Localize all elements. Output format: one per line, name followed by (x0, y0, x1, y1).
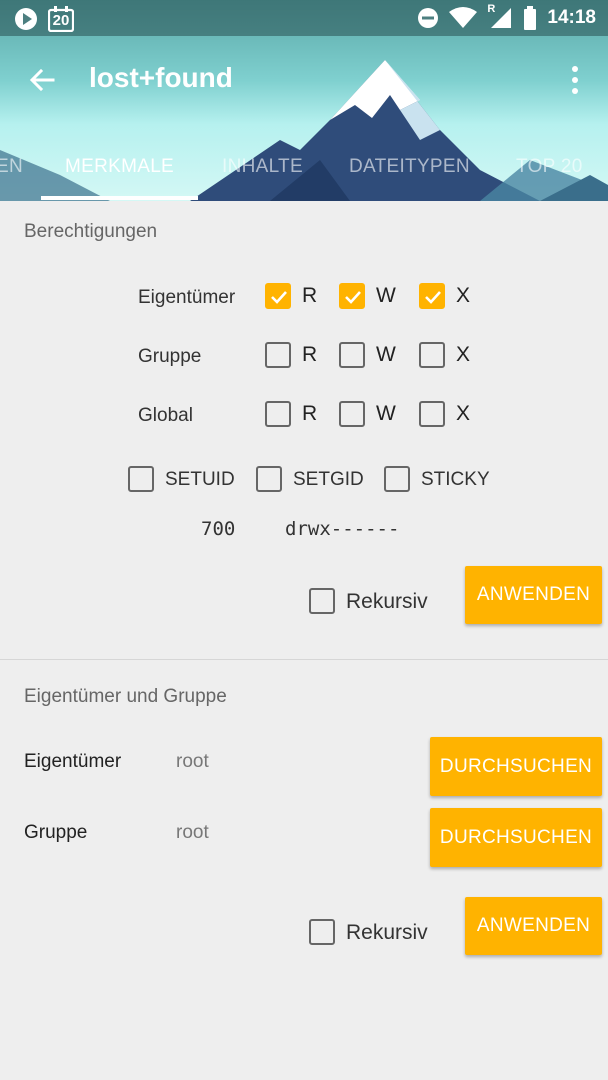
setuid-label: SETUID (165, 469, 235, 490)
octal-mode: 700 (201, 518, 236, 540)
ownership-section-title: Eigentümer und Gruppe (24, 686, 227, 707)
calendar-day: 20 (52, 12, 70, 29)
symbolic-mode: drwx------ (285, 518, 400, 540)
cell-signal-icon: R (487, 3, 513, 30)
app-header: 20 R 14:18 lost+found EN MERKMALE INHALT… (0, 0, 608, 201)
check-icon (425, 291, 441, 304)
do-not-disturb-icon (418, 8, 439, 28)
global-write-checkbox[interactable] (339, 401, 365, 427)
perm-row-group-label: Gruppe (138, 346, 202, 367)
play-icon (15, 8, 37, 30)
status-bar: 20 R 14:18 (0, 0, 608, 36)
owner-write-checkbox[interactable] (339, 283, 365, 309)
tab-dateitypen[interactable]: DATEITYPEN (349, 156, 470, 178)
sticky-checkbox[interactable] (384, 466, 410, 492)
owner-label: Eigentümer (24, 751, 122, 772)
owner-value: root (176, 751, 209, 772)
global-read-checkbox[interactable] (265, 401, 291, 427)
global-read-letter: R (302, 402, 318, 425)
tab-en[interactable]: EN (0, 156, 23, 178)
tab-indicator (41, 196, 198, 200)
ownership-recursive-checkbox[interactable] (309, 919, 335, 945)
tab-inhalte[interactable]: INHALTE (222, 156, 303, 178)
ownership-recursive-label: Rekursiv (346, 921, 428, 944)
page-title: lost+found (89, 62, 233, 93)
setuid-checkbox[interactable] (128, 466, 154, 492)
group-exec-checkbox[interactable] (419, 342, 445, 368)
check-icon (345, 291, 361, 304)
tab-top-20[interactable]: TOP 20 (516, 156, 583, 178)
permissions-recursive-label: Rekursiv (346, 590, 428, 613)
owner-exec-letter: X (456, 284, 471, 307)
clock: 14:18 (547, 7, 596, 28)
sticky-label: STICKY (421, 469, 490, 490)
owner-browse-button[interactable]: DURCHSUCHEN (430, 737, 602, 796)
group-read-letter: R (302, 343, 318, 366)
battery-icon (524, 6, 537, 30)
owner-exec-checkbox[interactable] (419, 283, 445, 309)
owner-read-checkbox[interactable] (265, 283, 291, 309)
owner-read-letter: R (302, 284, 318, 307)
roaming-indicator: R (487, 3, 496, 15)
section-divider (0, 659, 608, 660)
perm-row-global-label: Global (138, 405, 193, 426)
tab-bar: EN MERKMALE INHALTE DATEITYPEN TOP 20 (0, 140, 608, 201)
group-exec-letter: X (456, 343, 471, 366)
owner-write-letter: W (376, 284, 396, 307)
calendar-icon: 20 (47, 6, 75, 33)
tab-merkmale[interactable]: MERKMALE (65, 156, 174, 178)
more-vert-icon[interactable] (566, 64, 584, 96)
ownership-apply-button[interactable]: ANWENDEN (465, 897, 602, 955)
group-read-checkbox[interactable] (265, 342, 291, 368)
check-icon (271, 291, 287, 304)
group-label: Gruppe (24, 822, 88, 843)
setgid-checkbox[interactable] (256, 466, 282, 492)
perm-row-owner-label: Eigentümer (138, 287, 236, 308)
group-write-checkbox[interactable] (339, 342, 365, 368)
back-arrow-icon[interactable] (26, 64, 58, 96)
permissions-section-title: Berechtigungen (24, 221, 158, 242)
wifi-icon (449, 7, 478, 28)
permissions-recursive-checkbox[interactable] (309, 588, 335, 614)
group-value: root (176, 822, 209, 843)
global-exec-checkbox[interactable] (419, 401, 445, 427)
global-write-letter: W (376, 402, 396, 425)
group-write-letter: W (376, 343, 396, 366)
group-browse-button[interactable]: DURCHSUCHEN (430, 808, 602, 867)
global-exec-letter: X (456, 402, 471, 425)
setgid-label: SETGID (293, 469, 364, 490)
permissions-apply-button[interactable]: ANWENDEN (465, 566, 602, 624)
